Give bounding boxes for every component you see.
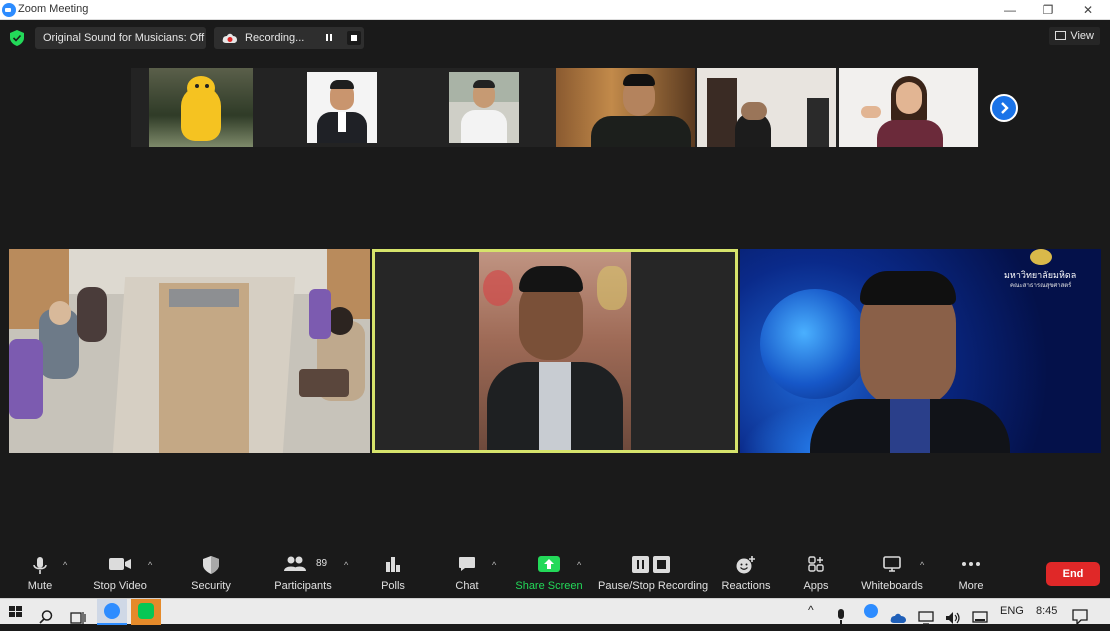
chat-bubble-icon	[459, 557, 475, 571]
participant-thumbnail-5[interactable]	[697, 68, 836, 147]
mute-label: Mute	[27, 580, 53, 592]
view-button[interactable]: View	[1049, 27, 1100, 45]
meeting-room-video-tile[interactable]	[9, 249, 370, 453]
apps-button[interactable]: Apps	[798, 548, 834, 598]
shield-check-icon[interactable]	[10, 30, 24, 46]
stop-recording-icon[interactable]	[347, 31, 361, 45]
participant-thumbnail-4[interactable]	[556, 68, 695, 147]
zoom-logo-icon	[2, 3, 16, 17]
more-button[interactable]: More	[951, 548, 991, 598]
more-label: More	[958, 580, 984, 592]
active-speaker-video-tile[interactable]	[372, 249, 738, 453]
participant-thumbnail-6[interactable]	[839, 68, 978, 147]
whiteboards-label: Whiteboards	[861, 580, 923, 592]
apps-icon	[808, 556, 824, 572]
participant-thumbnail-2[interactable]	[307, 72, 377, 143]
participants-options-caret-icon[interactable]: ^	[344, 560, 348, 570]
view-label: View	[1070, 30, 1094, 42]
microphone-icon	[33, 557, 47, 574]
display-icon[interactable]	[972, 605, 988, 631]
close-button[interactable]: ✕	[1068, 1, 1108, 19]
meeting-toolbar: Mute ^ Stop Video ^ Security 89 Particip…	[0, 548, 1110, 598]
share-screen-button[interactable]: Share Screen	[514, 548, 584, 598]
grid-view-icon	[1055, 31, 1067, 40]
minimize-button[interactable]: —	[990, 1, 1030, 19]
reactions-label: Reactions	[721, 580, 771, 592]
language-indicator[interactable]: ENG	[1000, 605, 1024, 617]
next-page-button[interactable]	[990, 94, 1018, 122]
clock[interactable]: 8:45	[1036, 605, 1057, 617]
polls-button[interactable]: Polls	[373, 548, 413, 598]
window-titlebar: Zoom Meeting — ❐ ✕	[0, 0, 1110, 20]
more-dots-icon	[962, 562, 980, 566]
volume-icon[interactable]	[945, 605, 961, 631]
recording-label: Recording...	[245, 32, 305, 44]
show-hidden-icons-icon[interactable]: ^	[808, 603, 814, 617]
end-meeting-button[interactable]: End	[1046, 562, 1100, 586]
chat-button[interactable]: Chat	[447, 548, 487, 598]
apps-label: Apps	[803, 580, 829, 592]
windows-start-icon[interactable]	[8, 599, 24, 625]
original-sound-label: Original Sound for Musicians: Off	[43, 32, 205, 44]
taskbar-zoom-app[interactable]	[97, 599, 127, 625]
whiteboards-options-caret-icon[interactable]: ^	[920, 560, 924, 570]
task-view-icon[interactable]	[70, 605, 86, 631]
reactions-button[interactable]: Reactions	[720, 548, 772, 598]
notifications-icon[interactable]	[1072, 604, 1088, 630]
chevron-right-icon	[1001, 102, 1009, 114]
share-screen-icon	[538, 556, 560, 572]
participants-icon	[284, 556, 306, 571]
chat-options-caret-icon[interactable]: ^	[492, 560, 496, 570]
pause-stop-recording-button[interactable]: Pause/Stop Recording	[598, 548, 709, 598]
polls-label: Polls	[381, 580, 405, 592]
video-options-caret-icon[interactable]: ^	[148, 560, 152, 570]
whiteboards-button[interactable]: Whiteboards	[858, 548, 926, 598]
whiteboard-icon	[883, 556, 901, 572]
share-options-caret-icon[interactable]: ^	[577, 560, 581, 570]
participant-thumbnail-strip	[131, 68, 979, 147]
tray-zoom-icon[interactable]	[864, 604, 878, 618]
audio-options-caret-icon[interactable]: ^	[63, 560, 67, 570]
mute-button[interactable]: Mute	[20, 548, 60, 598]
window-title: Zoom Meeting	[18, 3, 89, 15]
cloud-recording-icon	[222, 33, 237, 43]
polls-icon	[386, 557, 400, 572]
security-button[interactable]: Security	[186, 548, 236, 598]
faculty-name: คณะสาธารณสุขศาสตร์	[1010, 283, 1072, 289]
participants-label: Participants	[274, 580, 332, 592]
recording-indicator: Recording...	[214, 27, 364, 49]
zoom-app-icon	[104, 603, 120, 619]
line-app-icon	[138, 603, 154, 619]
taskbar-line-app[interactable]	[131, 599, 161, 625]
tray-microphone-icon[interactable]	[836, 604, 846, 630]
shield-icon	[203, 556, 219, 574]
participants-button[interactable]: 89 Participants	[268, 548, 338, 598]
globe-graphic	[760, 289, 870, 399]
restore-button[interactable]: ❐	[1028, 1, 1068, 19]
stop-video-label: Stop Video	[93, 580, 147, 592]
share-screen-label: Share Screen	[515, 580, 583, 592]
chat-label: Chat	[455, 580, 479, 592]
search-icon[interactable]	[38, 604, 54, 630]
participant-thumbnail-3[interactable]	[449, 72, 519, 143]
video-camera-icon	[109, 558, 131, 570]
stop-video-button[interactable]: Stop Video	[90, 548, 150, 598]
mascot-thumbnail[interactable]	[149, 68, 253, 147]
network-icon[interactable]	[918, 605, 934, 631]
pause-stop-recording-label: Pause/Stop Recording	[598, 580, 709, 592]
security-label: Security	[191, 580, 231, 592]
windows-taskbar: ^ ENG 8:45	[0, 598, 1110, 626]
pause-recording-icon[interactable]	[324, 33, 336, 43]
onedrive-cloud-icon[interactable]	[890, 605, 908, 631]
original-sound-toggle[interactable]: Original Sound for Musicians: Off	[35, 27, 206, 49]
smiley-plus-icon	[736, 556, 755, 574]
pause-stop-icon	[632, 556, 670, 573]
university-seal-icon	[1030, 249, 1052, 265]
participants-count: 89	[316, 558, 328, 569]
speaker-video-tile[interactable]: มหาวิทยาลัยมหิดล คณะสาธารณสุขศาสตร์	[740, 249, 1101, 453]
